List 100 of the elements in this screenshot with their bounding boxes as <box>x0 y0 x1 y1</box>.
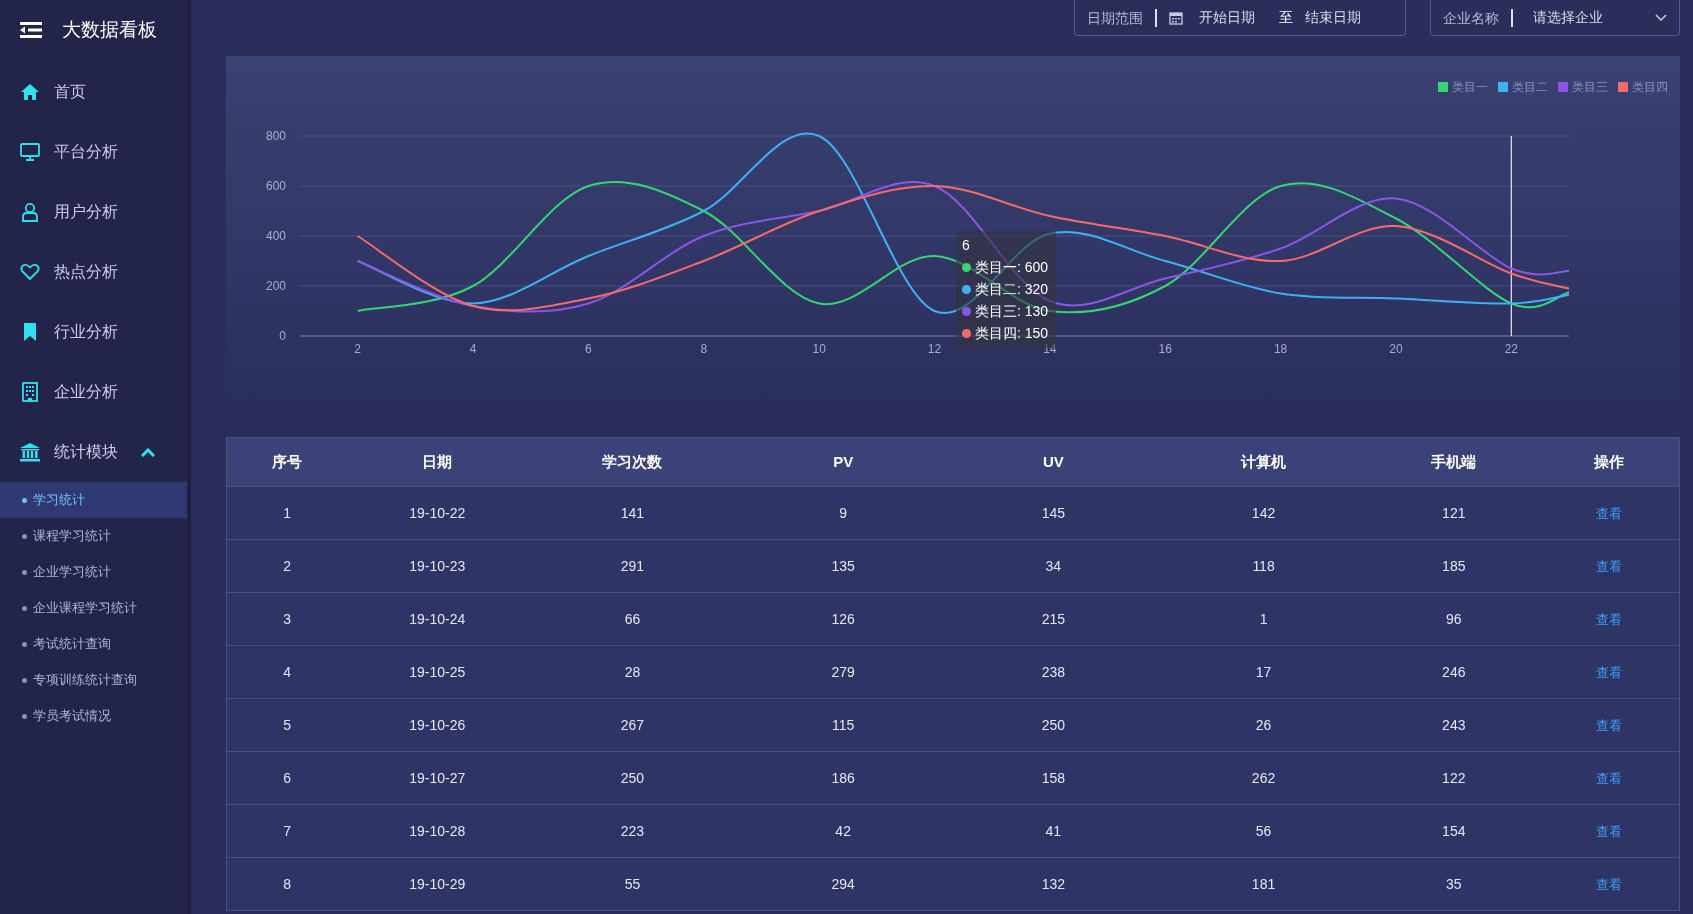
table-cell: 181 <box>1158 857 1369 911</box>
view-link[interactable]: 查看 <box>1595 876 1622 892</box>
tooltip-entry: 类目一: 600 <box>975 258 1049 277</box>
table-cell: 1 <box>226 486 348 540</box>
submenu-item[interactable]: 学习统计 <box>0 482 187 518</box>
company-select[interactable]: 企业名称 请选择企业 <box>1430 0 1680 36</box>
column-header: 手机端 <box>1368 437 1539 487</box>
sidebar-item[interactable]: 热点分析 <box>0 242 187 302</box>
view-link[interactable]: 查看 <box>1595 558 1622 574</box>
table-cell: 6 <box>226 751 348 805</box>
select-placeholder: 请选择企业 <box>1533 8 1604 27</box>
axis-label: 8 <box>700 342 708 356</box>
sidebar-item[interactable]: 用户分析 <box>0 182 187 242</box>
axis-label: 4 <box>469 342 477 356</box>
table-cell: 55 <box>527 857 738 911</box>
tooltip-entry: 类目三: 130 <box>975 302 1049 321</box>
column-header: 日期 <box>347 437 528 487</box>
heart-icon <box>20 262 40 282</box>
range-separator: 至 <box>1279 8 1293 27</box>
table-cell: 19-10-22 <box>347 486 528 540</box>
table-cell: 3 <box>226 592 348 646</box>
monitor-icon <box>20 142 40 162</box>
sidebar-item[interactable]: 统计模块 <box>0 422 187 482</box>
table-cell: 186 <box>737 751 949 805</box>
column-header: PV <box>737 437 949 487</box>
table-cell: 121 <box>1368 486 1539 540</box>
tooltip-entry: 类目二: 320 <box>975 280 1049 299</box>
table-cell: 246 <box>1368 645 1539 699</box>
axis-label: 0 <box>279 329 286 343</box>
table-cell: 35 <box>1368 857 1539 911</box>
view-link[interactable]: 查看 <box>1595 770 1622 786</box>
table-cell: 122 <box>1368 751 1539 805</box>
column-header: 操作 <box>1538 437 1680 487</box>
calendar-icon <box>1169 10 1183 25</box>
field-label: 日期范围 <box>1087 8 1157 27</box>
table-cell: 294 <box>737 857 949 911</box>
bank-icon <box>20 442 40 462</box>
table-cell: 291 <box>527 539 738 593</box>
table-cell: 5 <box>226 698 348 752</box>
axis-label: 600 <box>265 179 286 193</box>
table-cell: 238 <box>948 645 1159 699</box>
axis-label: 400 <box>265 229 286 243</box>
table-cell: 132 <box>948 857 1159 911</box>
table-cell: 56 <box>1158 804 1369 858</box>
sidebar-item[interactable]: 平台分析 <box>0 122 187 182</box>
submenu-item[interactable]: 考试统计查询 <box>0 626 187 662</box>
axis-label: 10 <box>812 342 826 356</box>
table-cell: 9 <box>737 486 949 540</box>
sidebar-item[interactable]: 企业分析 <box>0 362 187 422</box>
view-link[interactable]: 查看 <box>1595 717 1622 733</box>
sidebar-item[interactable]: 行业分析 <box>0 302 187 362</box>
table-cell: 66 <box>527 592 738 646</box>
table-cell: 19-10-29 <box>347 857 528 911</box>
submenu-item[interactable]: 课程学习统计 <box>0 518 187 554</box>
table-cell: 19-10-24 <box>347 592 528 646</box>
table-cell: 8 <box>226 857 348 911</box>
table-cell: 145 <box>948 486 1159 540</box>
submenu-item[interactable]: 专项训练统计查询 <box>0 662 187 698</box>
table-cell: 141 <box>527 486 738 540</box>
table-cell: 142 <box>1158 486 1369 540</box>
table-cell: 262 <box>1158 751 1369 805</box>
submenu-item[interactable]: 企业课程学习统计 <box>0 590 187 626</box>
table-cell: 115 <box>737 698 949 752</box>
table-cell: 1 <box>1158 592 1369 646</box>
view-link[interactable]: 查看 <box>1595 664 1622 680</box>
table-cell: 42 <box>737 804 949 858</box>
view-link[interactable]: 查看 <box>1595 505 1622 521</box>
view-link[interactable]: 查看 <box>1595 823 1622 839</box>
axis-label: 2 <box>354 342 362 356</box>
tooltip-title: 6 <box>962 236 971 255</box>
axis-label: 20 <box>1389 342 1403 356</box>
submenu-item[interactable]: 企业学习统计 <box>0 554 187 590</box>
table-cell: 96 <box>1368 592 1539 646</box>
table-cell: 215 <box>948 592 1159 646</box>
axis-label: 12 <box>927 342 942 356</box>
home-icon <box>20 82 40 102</box>
start-date-input[interactable]: 开始日期 <box>1199 7 1267 28</box>
table-cell: 158 <box>948 751 1159 805</box>
view-link[interactable]: 查看 <box>1595 611 1622 627</box>
axis-label: 16 <box>1158 342 1172 356</box>
submenu-item[interactable]: 学员考试情况 <box>0 698 187 734</box>
table-cell: 154 <box>1368 804 1539 858</box>
table-cell: 243 <box>1368 698 1539 752</box>
sidebar-item[interactable]: 首页 <box>0 62 187 122</box>
table-cell: 19-10-28 <box>347 804 528 858</box>
menu-icon[interactable] <box>20 21 42 39</box>
table-cell: 26 <box>1158 698 1369 752</box>
end-date-input[interactable]: 结束日期 <box>1305 7 1385 28</box>
table-cell: 250 <box>527 751 738 805</box>
table-cell: 279 <box>737 645 949 699</box>
table-cell: 7 <box>226 804 348 858</box>
column-header: 计算机 <box>1158 437 1369 487</box>
axis-label: 22 <box>1504 342 1518 356</box>
field-label: 企业名称 <box>1443 8 1513 27</box>
column-header: UV <box>948 437 1159 487</box>
user-icon <box>20 202 40 222</box>
app-title: 大数据看板 <box>62 17 157 42</box>
table-cell: 135 <box>737 539 949 593</box>
date-range-field[interactable]: 日期范围 开始日期 至 结束日期 <box>1074 0 1406 36</box>
chevron-down-icon <box>1655 13 1667 22</box>
